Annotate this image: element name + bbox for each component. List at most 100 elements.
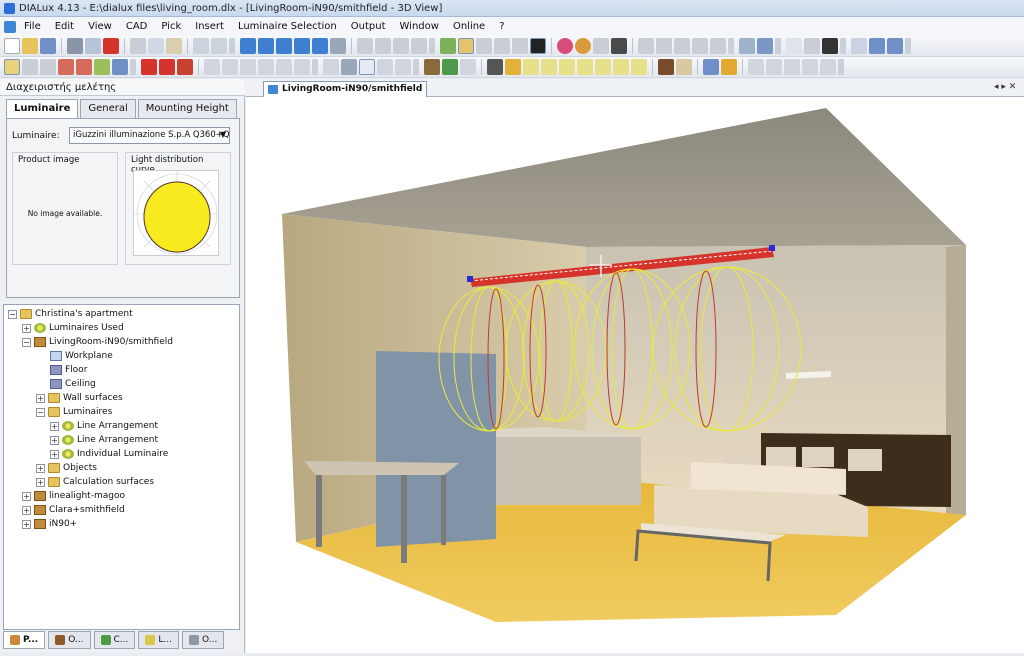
tool-icon[interactable] — [523, 59, 539, 75]
tool-icon[interactable] — [487, 59, 503, 75]
tree-node[interactable]: + Objects — [36, 461, 97, 475]
edit-icon[interactable] — [476, 38, 492, 54]
edit-icon[interactable] — [494, 38, 510, 54]
chair[interactable] — [802, 447, 834, 467]
side-view-2-icon[interactable] — [312, 38, 328, 54]
tool-icon[interactable] — [112, 59, 128, 75]
align-icon[interactable] — [656, 38, 672, 54]
tool-icon[interactable] — [40, 59, 56, 75]
toolbar-dropdown-icon[interactable] — [312, 59, 318, 75]
tool-icon[interactable] — [613, 59, 629, 75]
toolbar-dropdown-icon[interactable] — [229, 38, 235, 54]
front-view-icon[interactable] — [276, 38, 292, 54]
toolbar-dropdown-icon[interactable] — [775, 38, 781, 54]
tree-node[interactable]: Ceiling — [50, 377, 96, 391]
chair[interactable] — [848, 449, 882, 471]
menu-online[interactable]: Online — [447, 21, 491, 32]
document-menu-icon[interactable] — [4, 20, 16, 33]
target-icon[interactable] — [557, 38, 573, 54]
tool-icon[interactable] — [22, 59, 38, 75]
new-file-icon[interactable] — [4, 38, 20, 54]
tool-icon[interactable] — [58, 59, 74, 75]
expand-icon[interactable]: + — [22, 491, 31, 501]
expand-icon[interactable]: + — [22, 323, 31, 333]
chair[interactable] — [766, 447, 796, 467]
edit-icon[interactable] — [512, 38, 528, 54]
tree-node[interactable]: + Calculation surfaces — [36, 475, 154, 489]
pdf-icon[interactable] — [103, 38, 119, 54]
tool-icon[interactable] — [357, 38, 373, 54]
expand-icon[interactable]: + — [36, 393, 45, 403]
align-icon[interactable] — [692, 38, 708, 54]
paste-icon[interactable] — [166, 38, 182, 54]
tool-icon[interactable] — [395, 59, 411, 75]
tool-icon[interactable] — [820, 59, 836, 75]
tab-project[interactable]: P... — [3, 631, 46, 649]
cut-icon[interactable] — [130, 38, 146, 54]
tab-objects[interactable]: O... — [48, 631, 91, 649]
expand-icon[interactable]: + — [50, 449, 59, 459]
pointer-icon[interactable] — [323, 59, 339, 75]
tool-icon[interactable] — [204, 59, 220, 75]
tool-icon[interactable] — [424, 59, 440, 75]
print-preview-icon[interactable] — [85, 38, 101, 54]
tool-icon[interactable] — [593, 38, 609, 54]
draw-pen-icon[interactable] — [530, 38, 546, 54]
calculator-icon[interactable] — [739, 38, 755, 54]
tool-icon[interactable] — [177, 59, 193, 75]
menu-luminaire-selection[interactable]: Luminaire Selection — [232, 21, 343, 32]
toolbar-dropdown-icon[interactable] — [413, 59, 419, 75]
tool-icon[interactable] — [159, 59, 175, 75]
menu-help[interactable]: ? — [493, 21, 510, 32]
print-icon[interactable] — [67, 38, 83, 54]
camera-icon[interactable] — [822, 38, 838, 54]
window-cascade-icon[interactable] — [869, 38, 885, 54]
tree-node[interactable]: + Clara+smithfield — [22, 503, 125, 517]
save-icon[interactable] — [40, 38, 56, 54]
tree-node[interactable]: + linealight-magoo — [22, 489, 125, 503]
copy-icon[interactable] — [148, 38, 164, 54]
expand-icon[interactable]: + — [36, 477, 45, 487]
tree-node[interactable]: − LivingRoom-iN90/smithfield — [22, 335, 173, 349]
desk-top[interactable] — [304, 461, 459, 475]
tool-icon[interactable] — [442, 59, 458, 75]
room-icon[interactable] — [440, 38, 456, 54]
list-icon[interactable] — [757, 38, 773, 54]
tool-icon[interactable] — [377, 59, 393, 75]
window-split-icon[interactable] — [887, 38, 903, 54]
globe-icon[interactable] — [575, 38, 591, 54]
tool-icon[interactable] — [802, 59, 818, 75]
tool-icon[interactable] — [222, 59, 238, 75]
tree-node[interactable]: − Luminaires — [36, 405, 112, 419]
collapse-icon[interactable]: − — [36, 407, 45, 417]
tool-icon[interactable] — [94, 59, 110, 75]
counter[interactable] — [496, 437, 641, 505]
tab-general[interactable]: General — [80, 99, 136, 118]
tool-icon[interactable] — [658, 59, 674, 75]
3d-viewport[interactable] — [246, 97, 1024, 653]
chevron-down-icon[interactable]: ▼ — [220, 130, 226, 139]
toolbar-dropdown-icon[interactable] — [130, 59, 136, 75]
menu-file[interactable]: File — [18, 21, 47, 32]
expand-icon[interactable]: + — [50, 421, 59, 431]
tree-node[interactable]: Workplane — [50, 349, 113, 363]
document-nav-arrows-icon[interactable]: ◂ ▸ ✕ — [994, 82, 1016, 92]
tool-icon[interactable] — [766, 59, 782, 75]
toolbar-dropdown-icon[interactable] — [429, 38, 435, 54]
key-icon[interactable] — [804, 38, 820, 54]
align-icon[interactable] — [674, 38, 690, 54]
expand-icon[interactable]: + — [22, 505, 31, 515]
tab-3d-view[interactable]: LivingRoom-iN90/smithfield - ... — [263, 81, 427, 97]
3d-view-icon[interactable] — [240, 38, 256, 54]
tab-colors[interactable]: C... — [93, 631, 136, 649]
selection-handle[interactable] — [769, 245, 775, 251]
menu-pick[interactable]: Pick — [155, 21, 187, 32]
tool-icon[interactable] — [577, 59, 593, 75]
wall-panel[interactable] — [376, 351, 496, 547]
expand-icon[interactable]: + — [36, 463, 45, 473]
tree-node[interactable]: + Wall surfaces — [36, 391, 123, 405]
tree-node[interactable]: + Line Arrangement — [50, 433, 158, 447]
collapse-icon[interactable]: − — [8, 309, 17, 319]
menu-edit[interactable]: Edit — [49, 21, 80, 32]
toolbar-dropdown-icon[interactable] — [728, 38, 734, 54]
